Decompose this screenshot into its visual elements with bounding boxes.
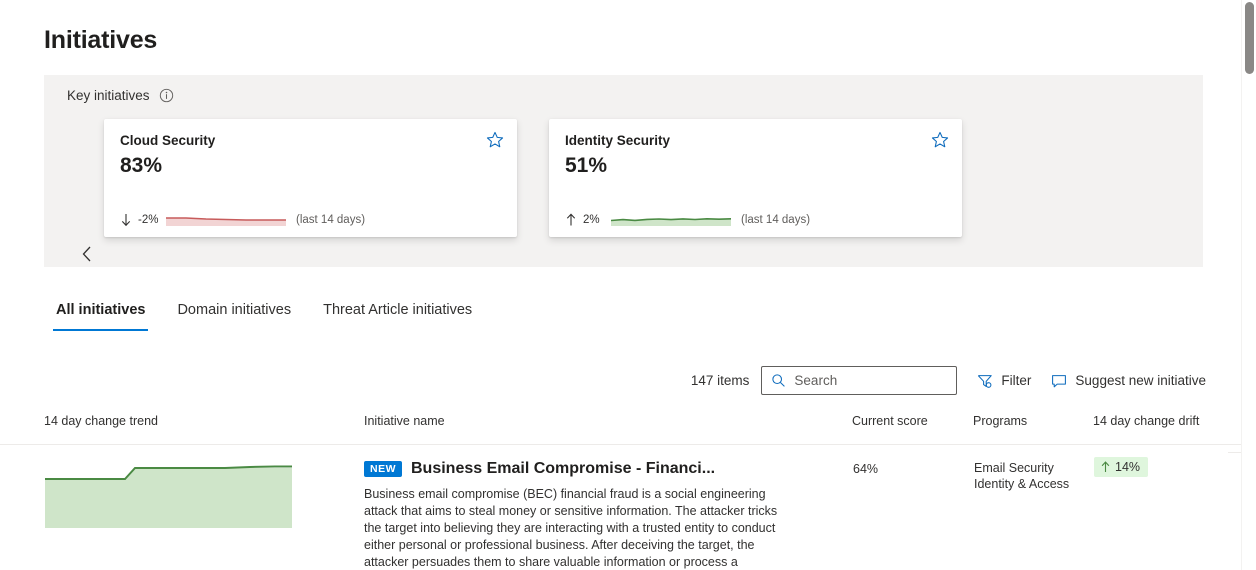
initiative-name-link[interactable]: Business Email Compromise - Financi... — [411, 460, 715, 478]
tab-label: All initiatives — [56, 302, 146, 318]
key-initiatives-panel: Key initiatives Cloud Security 83% -2% (… — [44, 75, 1203, 267]
card-sparkline-cloud-security — [166, 215, 286, 226]
suggest-label: Suggest new initiative — [1075, 373, 1206, 388]
filter-label: Filter — [1001, 373, 1032, 388]
star-outline-icon[interactable] — [931, 131, 949, 149]
initiatives-tabs: All initiatives Domain initiatives Threa… — [53, 302, 475, 331]
filter-icon — [977, 373, 993, 389]
card-sparkline-identity-security — [610, 215, 732, 226]
arrow-down-icon — [120, 213, 132, 227]
column-header-name[interactable]: Initiative name — [364, 414, 445, 428]
new-badge: NEW — [364, 461, 402, 477]
card-trend: 2% (last 14 days) — [565, 213, 810, 227]
card-trend-delta: 2% — [583, 214, 600, 226]
initiative-name-cell: NEW Business Email Compromise - Financi.… — [364, 460, 784, 570]
search-box[interactable] — [761, 366, 958, 395]
chevron-left-icon — [81, 245, 94, 268]
card-score: 51% — [565, 154, 608, 177]
program-item: Email Security — [974, 461, 1054, 475]
table-row[interactable]: NEW Business Email Compromise - Financi.… — [0, 446, 1256, 570]
current-score-value: 64% — [853, 462, 879, 476]
key-initiatives-title: Key initiatives — [67, 88, 150, 103]
tab-all-initiatives[interactable]: All initiatives — [53, 302, 149, 331]
key-initiatives-header: Key initiatives — [67, 88, 174, 103]
initiative-title-line: NEW Business Email Compromise - Financi.… — [364, 460, 784, 478]
key-initiative-card-cloud-security[interactable]: Cloud Security 83% -2% (last 14 days) — [104, 119, 517, 237]
filter-button[interactable]: Filter — [977, 373, 1031, 389]
card-trend-period: (last 14 days) — [296, 214, 366, 226]
column-header-programs[interactable]: Programs — [973, 414, 1027, 428]
card-trend: -2% (last 14 days) — [120, 213, 365, 227]
row-sparkline — [45, 461, 292, 528]
info-circle-icon[interactable] — [159, 88, 174, 103]
tab-label: Threat Article initiatives — [323, 302, 473, 318]
card-score: 83% — [120, 154, 163, 177]
carousel-prev-button[interactable] — [74, 243, 100, 269]
tab-domain-initiatives[interactable]: Domain initiatives — [174, 302, 294, 331]
programs-cell: Email Security Identity & Access — [974, 460, 1069, 492]
tab-label: Domain initiatives — [177, 302, 292, 318]
initiative-description: Business email compromise (BEC) financia… — [364, 487, 778, 569]
tab-threat-article-initiatives[interactable]: Threat Article initiatives — [320, 302, 475, 331]
comment-icon — [1051, 373, 1067, 389]
suggest-new-initiative-button[interactable]: Suggest new initiative — [1051, 373, 1206, 389]
card-trend-delta: -2% — [138, 214, 159, 226]
key-initiative-card-identity-security[interactable]: Identity Security 51% 2% (last 14 days) — [549, 119, 962, 237]
key-initiative-cards: Cloud Security 83% -2% (last 14 days) Id… — [104, 119, 962, 237]
column-header-score[interactable]: Current score — [852, 414, 928, 428]
list-toolbar: 147 items Filter — [691, 366, 1206, 395]
column-header-drift[interactable]: 14 day change drift — [1093, 414, 1199, 428]
page-title: Initiatives — [44, 26, 158, 54]
card-title: Cloud Security — [120, 133, 216, 148]
vertical-scrollbar[interactable] — [1241, 0, 1256, 570]
column-header-trend[interactable]: 14 day change trend — [44, 414, 158, 428]
arrow-up-icon — [565, 213, 577, 227]
star-outline-icon[interactable] — [486, 131, 504, 149]
card-title: Identity Security — [565, 133, 671, 148]
search-icon — [771, 373, 786, 388]
program-item: Identity & Access — [974, 477, 1070, 491]
initiatives-page: Initiatives Key initiatives Cloud Securi… — [0, 0, 1256, 570]
arrow-up-icon — [1100, 461, 1111, 473]
search-input[interactable] — [794, 373, 945, 388]
scrollbar-thumb[interactable] — [1245, 2, 1254, 74]
item-count: 147 items — [690, 373, 750, 388]
card-trend-period: (last 14 days) — [741, 214, 811, 226]
drift-badge: 14% — [1094, 457, 1149, 477]
drift-value: 14% — [1115, 460, 1141, 474]
table-header: 14 day change trend Initiative name Curr… — [0, 414, 1256, 445]
